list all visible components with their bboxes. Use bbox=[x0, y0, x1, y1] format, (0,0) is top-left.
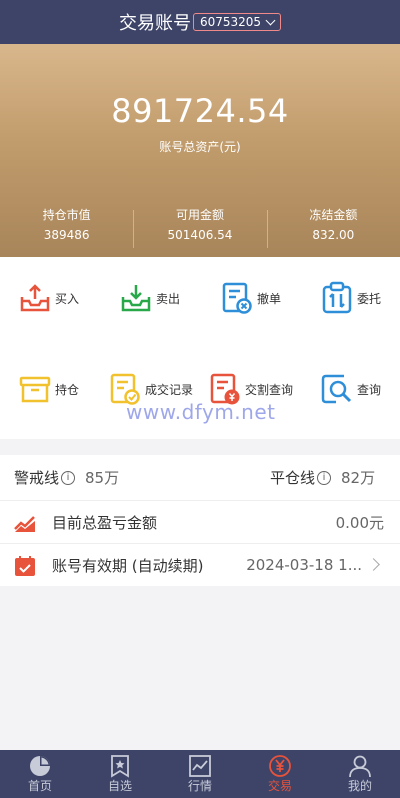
line-chart-icon bbox=[189, 755, 211, 777]
top-header: 交易账号 60753205 bbox=[0, 0, 400, 44]
stat-frozen: 冻结金额 832.00 bbox=[266, 206, 400, 248]
action-label: 撤单 bbox=[257, 291, 282, 306]
total-assets-value: 891724.54 bbox=[111, 92, 289, 130]
row-value: 0.00元 bbox=[335, 513, 384, 532]
asset-stats: 持仓市值 389486 可用金额 501406.54 冻结金额 832.00 bbox=[0, 206, 400, 248]
cancel-order-icon bbox=[222, 282, 252, 314]
stat-label: 持仓市值 bbox=[42, 208, 91, 222]
tab-label: 自选 bbox=[107, 779, 132, 793]
row-value: 2024-03-18 1... bbox=[246, 556, 362, 574]
liquidation-line: 平仓线 i 82万 bbox=[270, 467, 375, 488]
row-label: 目前总盈亏金额 bbox=[52, 513, 158, 532]
stat-value: 832.00 bbox=[312, 228, 355, 242]
action-holdings[interactable]: 持仓 bbox=[18, 372, 79, 406]
user-icon bbox=[349, 755, 371, 778]
account-number: 60753205 bbox=[199, 15, 262, 29]
action-label: 买入 bbox=[55, 291, 80, 306]
action-label: 成交记录 bbox=[145, 382, 194, 397]
risk-lines: 警戒线 i 85万 平仓线 i 82万 bbox=[0, 455, 400, 500]
tab-profile[interactable]: 我的 bbox=[320, 750, 400, 798]
chevron-down-icon bbox=[265, 15, 276, 25]
total-assets-label: 账号总资产(元) bbox=[159, 140, 241, 154]
info-icon[interactable]: i bbox=[317, 470, 332, 485]
action-label: 持仓 bbox=[55, 382, 80, 397]
info-icon[interactable]: i bbox=[61, 470, 76, 485]
tab-label: 首页 bbox=[27, 779, 52, 793]
stat-value: 389486 bbox=[43, 228, 90, 242]
calendar-icon bbox=[15, 556, 35, 576]
bottom-tab-bar: 首页 自选 行情 交易 我的 bbox=[0, 750, 400, 798]
total-pnl-row: 目前总盈亏金额 0.00元 bbox=[0, 500, 400, 543]
tab-watchlist[interactable]: 自选 bbox=[80, 750, 160, 798]
tab-label: 行情 bbox=[187, 779, 212, 793]
account-validity-row[interactable]: 账号有效期 (自动续期) 2024-03-18 1... bbox=[0, 543, 400, 586]
yen-circle-icon bbox=[269, 755, 291, 777]
action-label: 查询 bbox=[357, 382, 382, 397]
action-cancel-order[interactable]: 撤单 bbox=[220, 281, 281, 315]
account-selector[interactable]: 60753205 bbox=[192, 13, 282, 31]
buy-tray-icon bbox=[20, 284, 50, 312]
warning-line-value: 85万 bbox=[85, 469, 120, 487]
sell-tray-icon bbox=[121, 285, 151, 312]
action-query[interactable]: 查询 bbox=[320, 372, 381, 406]
chevron-right-icon bbox=[367, 558, 380, 571]
asset-summary-panel: 891724.54 账号总资产(元) 持仓市值 389486 可用金额 5014… bbox=[0, 44, 400, 257]
action-sell[interactable]: 卖出 bbox=[119, 281, 180, 315]
pie-chart-icon bbox=[30, 756, 50, 776]
action-label: 交割查询 bbox=[245, 382, 294, 397]
holdings-box-icon bbox=[19, 376, 51, 403]
page-title: 交易账号 bbox=[118, 13, 191, 34]
tab-label: 交易 bbox=[267, 779, 292, 793]
search-query-icon bbox=[321, 374, 352, 404]
action-label: 卖出 bbox=[156, 291, 181, 306]
trend-chart-icon bbox=[14, 516, 35, 532]
stat-label: 可用金额 bbox=[175, 208, 224, 222]
tab-label: 我的 bbox=[347, 779, 372, 793]
warning-line: 警戒线 i 85万 bbox=[14, 467, 119, 488]
liquidation-line-value: 82万 bbox=[341, 469, 376, 487]
watermark: www.dfym.net bbox=[126, 400, 276, 424]
entrust-icon bbox=[322, 281, 352, 314]
action-label: 委托 bbox=[357, 291, 382, 306]
action-buy[interactable]: 买入 bbox=[18, 281, 79, 315]
warning-line-label: 警戒线 bbox=[14, 469, 60, 487]
stat-available: 可用金额 501406.54 bbox=[133, 206, 266, 248]
bookmark-star-icon bbox=[111, 755, 129, 778]
row-label: 账号有效期 (自动续期) bbox=[52, 556, 204, 575]
stat-holding-value: 持仓市值 389486 bbox=[0, 206, 133, 246]
liquidation-line-label: 平仓线 bbox=[270, 469, 316, 487]
tab-home[interactable]: 首页 bbox=[0, 750, 80, 798]
stat-value: 501406.54 bbox=[167, 228, 233, 242]
action-entrust[interactable]: 委托 bbox=[320, 281, 381, 315]
tab-market[interactable]: 行情 bbox=[160, 750, 240, 798]
stat-label: 冻结金额 bbox=[309, 208, 358, 222]
tab-trade[interactable]: 交易 bbox=[240, 750, 320, 798]
